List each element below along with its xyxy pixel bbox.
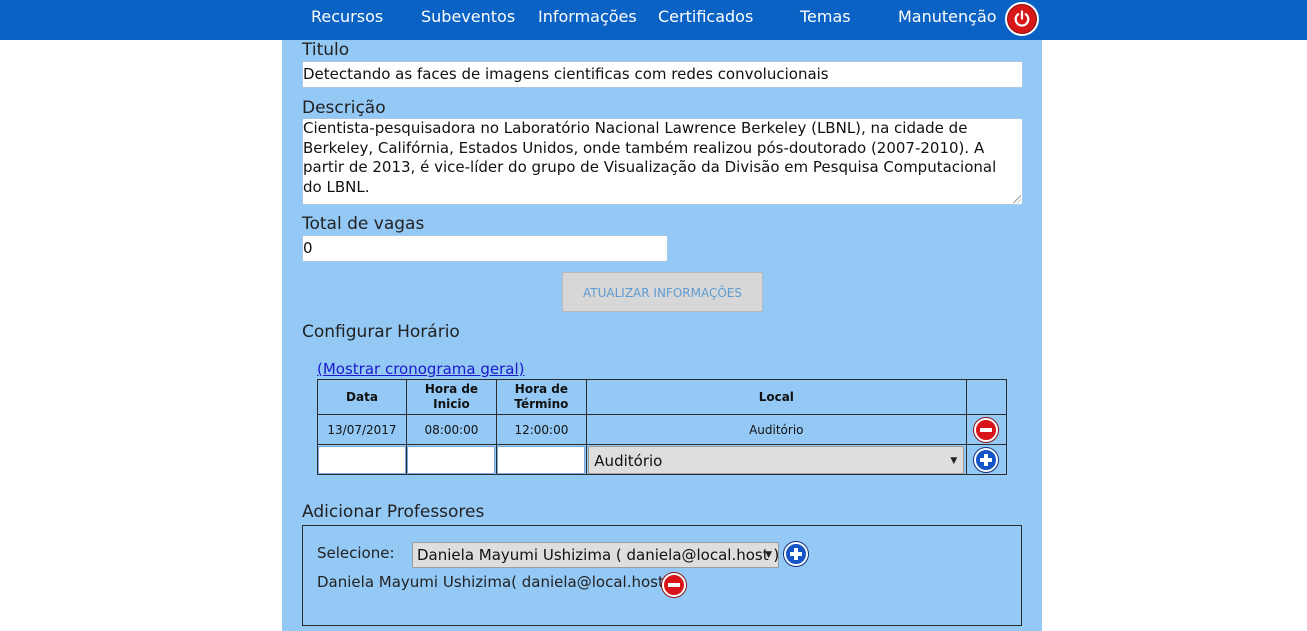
chevron-down-icon: ▼ [950, 455, 958, 466]
cell-data: 13/07/2017 [317, 414, 407, 445]
schedule-section-title: Configurar Horário [302, 322, 460, 342]
update-info-button[interactable]: ATUALIZAR INFORMAÇÕES [562, 272, 763, 312]
chevron-down-icon: ▼ [765, 550, 772, 560]
remove-circle-icon[interactable] [662, 573, 686, 597]
nav-item-subeventos[interactable]: Subeventos [421, 0, 515, 34]
local-select-value: Auditório [594, 451, 663, 470]
professor-select[interactable]: Daniela Mayumi Ushizima ( daniela@local.… [412, 542, 779, 568]
vagas-input[interactable]: 0 [302, 235, 668, 262]
column-header-hora-termino: Hora de Término [495, 379, 587, 415]
new-date-input[interactable] [318, 445, 406, 474]
nav-item-temas[interactable]: Temas [800, 0, 851, 34]
vagas-label: Total de vagas [302, 214, 425, 234]
local-select[interactable]: Auditório ▼ [588, 445, 965, 474]
logout-button[interactable] [1005, 2, 1039, 36]
column-header-actions [965, 379, 1008, 415]
column-header-data: Data [317, 379, 407, 415]
column-header-local: Local [585, 379, 967, 415]
resize-handle[interactable] [1013, 195, 1021, 203]
nav-item-informacoes[interactable]: Informações [538, 0, 637, 34]
professor-select-value: Daniela Mayumi Ushizima ( daniela@local.… [417, 546, 780, 564]
edit-panel: Titulo Detectando as faces de imagens ci… [282, 40, 1042, 631]
cell-remove [965, 414, 1008, 445]
add-circle-icon[interactable] [974, 447, 999, 472]
nav-item-recursos[interactable]: Recursos [311, 0, 383, 34]
remove-circle-icon[interactable] [974, 417, 999, 442]
select-professor-label: Selecione: [317, 544, 395, 562]
description-textarea[interactable]: Cientista-pesquisadora no Laboratório Na… [302, 118, 1023, 205]
professors-box: Selecione: Daniela Mayumi Ushizima ( dan… [302, 525, 1022, 626]
add-circle-icon[interactable] [784, 542, 808, 566]
cell-hora-inicio: 08:00:00 [406, 414, 497, 445]
new-start-time-input[interactable] [407, 445, 496, 474]
power-icon [1014, 10, 1030, 27]
professors-section-title: Adicionar Professores [302, 502, 485, 522]
nav-item-manutencao[interactable]: Manutenção [898, 0, 997, 34]
new-end-time-input[interactable] [497, 445, 586, 474]
cell-hora-termino: 12:00:00 [495, 414, 587, 445]
added-professor-item: Daniela Mayumi Ushizima( daniela@local.h… [317, 573, 675, 591]
new-schedule-row: Auditório ▼ [317, 444, 1008, 475]
cell-local: Auditório [585, 414, 967, 445]
title-label: Titulo [302, 40, 350, 60]
title-input[interactable]: Detectando as faces de imagens cientific… [302, 61, 1023, 88]
top-nav-bar: Recursos Subeventos Informações Certific… [0, 0, 1307, 40]
description-text: Cientista-pesquisadora no Laboratório Na… [303, 119, 997, 196]
table-row: 13/07/2017 08:00:00 12:00:00 Auditório [317, 414, 1008, 445]
schedule-header-row: Data Hora de Inicio Hora de Término Loca… [317, 379, 1008, 415]
nav-item-certificados[interactable]: Certificados [658, 0, 753, 34]
schedule-table: Data Hora de Inicio Hora de Término Loca… [317, 379, 1008, 475]
description-label: Descrição [302, 98, 386, 118]
column-header-hora-inicio: Hora de Inicio [406, 379, 497, 415]
show-schedule-link[interactable]: (Mostrar cronograma geral) [317, 360, 525, 378]
